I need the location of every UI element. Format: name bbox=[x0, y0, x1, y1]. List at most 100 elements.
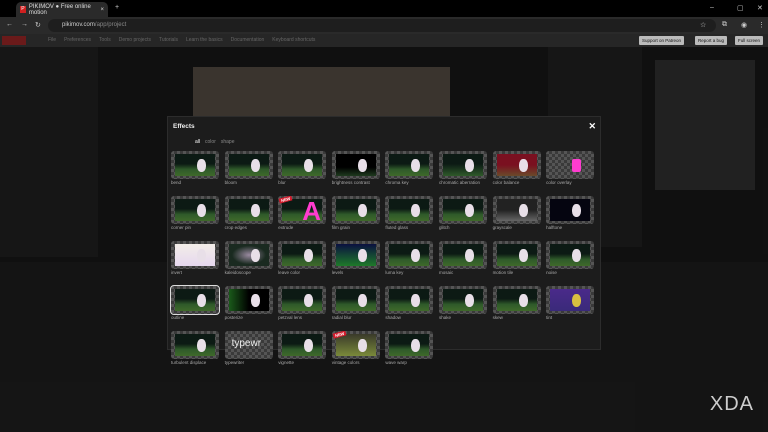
effect-item-outline[interactable]: outline bbox=[170, 285, 220, 320]
menu-file[interactable]: File bbox=[48, 37, 56, 43]
effect-thumbnail bbox=[171, 331, 219, 359]
effect-item-radial-blur[interactable]: radial blur bbox=[331, 286, 380, 320]
effect-preview bbox=[496, 154, 537, 176]
effect-item-vignette[interactable]: vignette bbox=[278, 331, 327, 365]
dog-image bbox=[411, 158, 421, 172]
effect-label: crop edges bbox=[224, 225, 247, 230]
effect-item-crop-edges[interactable]: crop edges bbox=[224, 196, 273, 230]
back-icon[interactable]: ← bbox=[6, 21, 13, 28]
dog-image bbox=[304, 248, 314, 262]
menu-icon[interactable]: ⋮ bbox=[758, 21, 765, 29]
close-tab-icon[interactable]: × bbox=[100, 7, 104, 13]
browser-tab[interactable]: P PIKIMOV ● Free online motion × bbox=[16, 2, 108, 17]
effect-thumbnail bbox=[278, 151, 327, 179]
effect-item-brightness-contrast[interactable]: brightness contrast bbox=[331, 151, 380, 185]
effect-thumbnail bbox=[224, 241, 273, 269]
effect-item-film-grain[interactable]: film grain bbox=[331, 196, 380, 230]
effect-item-color-balance[interactable]: color balance bbox=[492, 151, 541, 185]
forward-icon[interactable]: → bbox=[21, 21, 28, 28]
menu-tools[interactable]: Tools bbox=[99, 37, 111, 43]
new-tab-icon[interactable]: + bbox=[115, 4, 119, 11]
effect-item-vintage-colors[interactable]: NEW vintage colors bbox=[331, 331, 380, 365]
effect-item-shadow[interactable]: shadow bbox=[385, 286, 434, 320]
close-window-icon[interactable]: ✕ bbox=[757, 4, 763, 12]
effect-label: shadow bbox=[385, 315, 401, 320]
effect-item-chroma-key[interactable]: chroma key bbox=[385, 151, 434, 185]
effect-item-luma-key[interactable]: luma key bbox=[385, 241, 434, 275]
dog-image bbox=[518, 203, 528, 217]
effect-preview bbox=[550, 244, 591, 266]
effect-item-blur[interactable]: blur bbox=[278, 151, 327, 185]
effect-preview bbox=[442, 289, 483, 311]
effect-preview bbox=[442, 154, 483, 176]
maximize-icon[interactable]: ▢ bbox=[737, 4, 744, 12]
filter-color[interactable]: color bbox=[205, 139, 216, 145]
profile-icon[interactable]: ◉ bbox=[741, 21, 747, 29]
effect-preview bbox=[389, 244, 430, 266]
full-screen-button[interactable]: Full screen bbox=[735, 36, 764, 45]
extensions-icon[interactable]: ⧉ bbox=[722, 21, 727, 29]
effect-item-glitch[interactable]: glitch bbox=[438, 196, 487, 230]
effect-item-leave-color[interactable]: leave color bbox=[278, 241, 327, 275]
effect-item-bend[interactable]: bend bbox=[171, 151, 219, 185]
effect-item-chromatic-aberration[interactable]: chromatic aberration bbox=[438, 151, 487, 185]
effect-label: blur bbox=[278, 180, 286, 185]
effect-preview bbox=[175, 289, 215, 311]
effect-thumbnail bbox=[438, 196, 487, 224]
effect-item-skew[interactable]: skew bbox=[492, 286, 541, 320]
reload-icon[interactable]: ↻ bbox=[35, 21, 41, 29]
effect-preview bbox=[282, 244, 323, 266]
menu-tutorials[interactable]: Tutorials bbox=[159, 37, 178, 43]
dog-image bbox=[518, 293, 528, 307]
effect-preview bbox=[389, 334, 430, 356]
effect-thumbnail bbox=[331, 241, 380, 269]
effect-preview bbox=[175, 154, 215, 176]
effect-item-levels[interactable]: levels bbox=[331, 241, 380, 275]
effect-item-extrude[interactable]: A NEW extrude bbox=[278, 196, 327, 230]
effect-thumbnail bbox=[224, 196, 273, 224]
effect-item-noise[interactable]: noise bbox=[546, 241, 595, 275]
effect-item-wave-warp[interactable]: wave warp bbox=[385, 331, 434, 365]
browser-tab-bar: P PIKIMOV ● Free online motion × + – ▢ ✕ bbox=[0, 0, 768, 17]
dog-image bbox=[357, 248, 367, 262]
dog-image bbox=[197, 338, 206, 352]
effect-item-tint[interactable]: tint bbox=[546, 286, 595, 320]
effect-item-mosaic[interactable]: mosaic bbox=[438, 241, 487, 275]
effect-label: mosaic bbox=[438, 270, 454, 275]
bookmark-star-icon[interactable]: ☆ bbox=[700, 21, 706, 29]
dog-image bbox=[357, 158, 367, 172]
close-icon[interactable]: ✕ bbox=[588, 121, 596, 132]
effect-item-posterize[interactable]: posterize bbox=[224, 286, 273, 320]
menu-shortcuts[interactable]: Keyboard shortcuts bbox=[272, 37, 315, 43]
effect-item-halftone[interactable]: halftone bbox=[546, 196, 595, 230]
filter-all[interactable]: all bbox=[195, 139, 200, 145]
menu-documentation[interactable]: Documentation bbox=[231, 37, 265, 43]
effect-item-fluted-glass[interactable]: fluted glass bbox=[385, 196, 434, 230]
effect-thumbnail bbox=[331, 286, 380, 314]
menu-preferences[interactable]: Preferences bbox=[64, 37, 91, 43]
effect-thumbnail bbox=[278, 241, 327, 269]
effect-item-kaleidoscope[interactable]: kaleidoscope bbox=[224, 241, 273, 275]
effect-item-shake[interactable]: shake bbox=[438, 286, 487, 320]
effect-item-turbulent-displace[interactable]: turbulent displace bbox=[171, 331, 219, 365]
menu-learn[interactable]: Learn the basics bbox=[186, 37, 223, 43]
effect-item-typewriter[interactable]: typewr typewriter bbox=[224, 331, 273, 365]
menu-demo-projects[interactable]: Demo projects bbox=[119, 37, 151, 43]
effect-item-grayscale[interactable]: grayscale bbox=[492, 196, 541, 230]
dog-image bbox=[304, 158, 314, 172]
effect-preview bbox=[496, 199, 537, 221]
minimize-icon[interactable]: – bbox=[710, 4, 714, 11]
url-input[interactable]: pikimov.com/app/project bbox=[48, 19, 716, 32]
effect-item-motion-tile[interactable]: motion tile bbox=[492, 241, 541, 275]
effect-item-bloom[interactable]: bloom bbox=[224, 151, 273, 185]
effect-preview bbox=[335, 334, 376, 356]
support-patreon-button[interactable]: Support on Patreon bbox=[639, 36, 685, 45]
report-bug-button[interactable]: Report a bug bbox=[695, 36, 728, 45]
effect-thumbnail bbox=[331, 151, 380, 179]
effect-item-corner-pin[interactable]: corner pin bbox=[171, 196, 219, 230]
effect-item-invert[interactable]: invert bbox=[171, 241, 219, 275]
effect-label: bend bbox=[171, 180, 182, 185]
effect-item-petzval-lens[interactable]: petzval lens bbox=[278, 286, 327, 320]
effect-item-color-overlay[interactable]: color overlay bbox=[546, 151, 595, 185]
filter-shape[interactable]: shape bbox=[221, 139, 235, 145]
